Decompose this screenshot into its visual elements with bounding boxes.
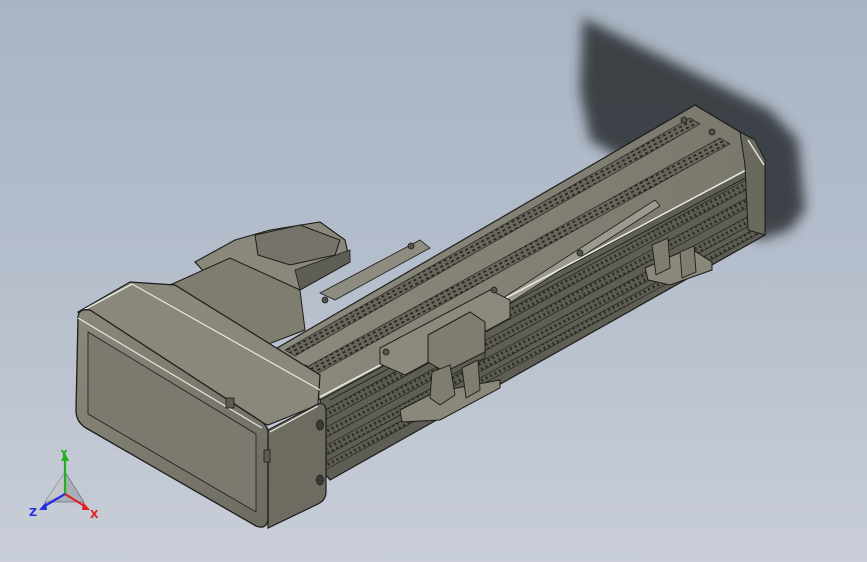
linear-actuator-model[interactable] xyxy=(0,0,867,562)
z-axis-label: Z xyxy=(29,506,37,519)
y-axis-label: Y xyxy=(59,450,69,460)
graphics-viewport[interactable]: Y X Z xyxy=(0,0,867,562)
x-axis-label: X xyxy=(90,508,99,521)
orientation-triad[interactable]: Y X Z xyxy=(28,450,103,522)
